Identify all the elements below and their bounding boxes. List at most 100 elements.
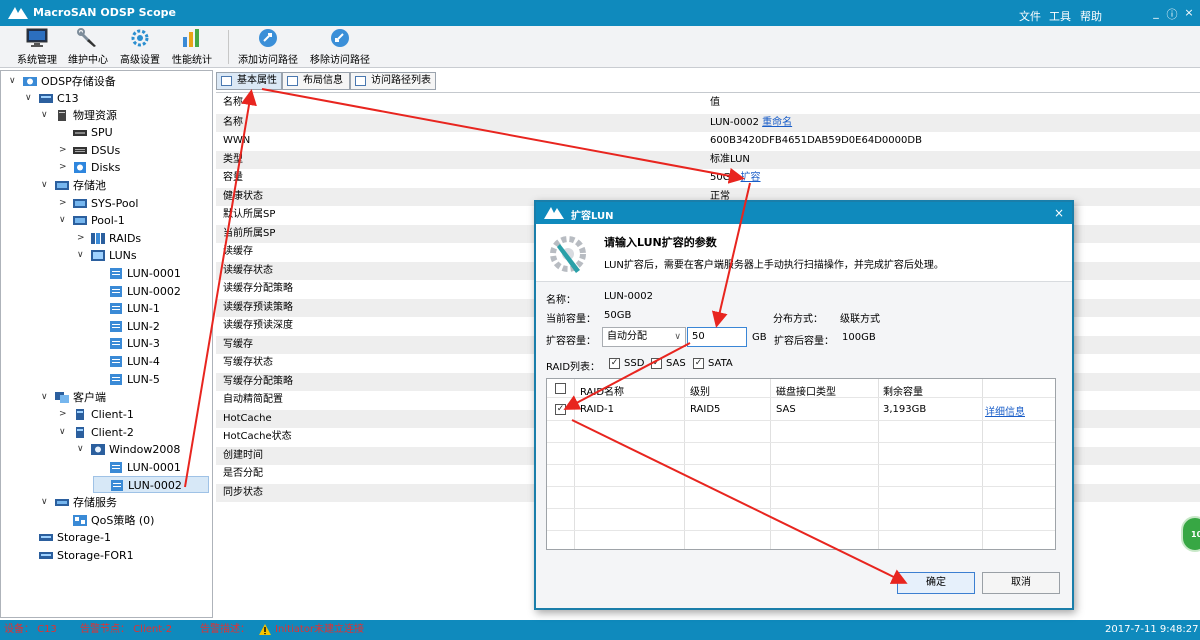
lun-icon (110, 462, 122, 473)
macrosan-logo-icon (544, 207, 564, 219)
allocation-mode-select[interactable]: 自动分配 ∨ (602, 327, 686, 347)
status-alarm-node: 告警节点： Client-2 (80, 624, 173, 635)
luns-icon (91, 250, 105, 261)
tree-item-storage-pools[interactable]: ∨ 存储池 (41, 177, 211, 194)
name-value: LUN-0002 (604, 291, 653, 302)
wrench-icon (77, 28, 96, 47)
sas-checkbox[interactable]: ✓ (651, 358, 662, 369)
cancel-button[interactable]: 取消 (982, 572, 1060, 594)
tab-layout-info[interactable]: 布局信息 (282, 72, 350, 90)
column-header-interface[interactable]: 磁盘接口类型 (776, 383, 836, 398)
macrosan-logo-icon (8, 7, 28, 19)
menu-help[interactable]: 帮助 (1080, 8, 1102, 24)
rename-link[interactable]: 重命名 (762, 117, 792, 128)
select-all-checkbox[interactable] (555, 383, 566, 394)
toolbar-separator (228, 30, 229, 64)
after-capacity-label: 扩容后容量： (774, 336, 834, 347)
tree-item-mapped-lun-0001[interactable]: LUN-0001 (95, 459, 209, 476)
sata-checkbox[interactable]: ✓ (693, 358, 704, 369)
floating-badge[interactable]: 10 (1181, 516, 1200, 552)
row-divider (547, 508, 1055, 509)
table-icon (221, 76, 232, 86)
raid-interface-cell: SAS (776, 404, 796, 415)
spu-icon (73, 130, 87, 136)
minimize-button[interactable]: _ (1150, 6, 1162, 19)
raid-name-cell: RAID-1 (580, 404, 615, 415)
path-add-icon (259, 29, 277, 47)
client-icon (76, 409, 84, 420)
toolbar: 系统管理 维护中心 高级设置 性能统计 添加访问路径 移除访问路径 (0, 26, 1200, 68)
tree-item-lun-0002[interactable]: LUN-0002 (95, 283, 209, 300)
raid-list-label: RAID列表： (546, 362, 601, 373)
dialog-heading: 请输入LUN扩容的参数 (604, 236, 717, 249)
toolbar-remove-access-path-button[interactable]: 移除访问路径 (307, 28, 373, 66)
tree-item-disks[interactable]: > Disks (59, 159, 209, 176)
name-label: 名称： (546, 295, 576, 306)
tree-item-lun-3[interactable]: LUN-3 (95, 335, 209, 352)
tree-item-sys-pool[interactable]: > SYS-Pool (59, 195, 209, 212)
tab-basic-properties[interactable]: 基本属性 (216, 72, 282, 90)
tree-item-storage-for1[interactable]: Storage-FOR1 (25, 547, 210, 564)
toolbar-system-management-button[interactable]: 系统管理 (14, 28, 60, 66)
tree-item-mapped-lun-0002[interactable]: LUN-0002 (93, 476, 209, 493)
tree-item-lun-5[interactable]: LUN-5 (95, 371, 209, 388)
sas-label: SAS (666, 358, 686, 369)
dialog-title: 扩容LUN (571, 211, 614, 222)
tree-item-pool-1[interactable]: ∨ Pool-1 (59, 212, 209, 229)
ok-button[interactable]: 确定 (897, 572, 975, 594)
dialog-close-button[interactable]: × (1054, 206, 1064, 220)
menu-tools[interactable]: 工具 (1049, 8, 1071, 24)
dialog-description: LUN扩容后，需要在客户端服务器上手动执行扫描操作，并完成扩容后处理。 (604, 260, 944, 271)
status-datetime: 2017-7-11 9:48:27 (1105, 624, 1199, 635)
tree-item-lun-2[interactable]: LUN-2 (95, 318, 209, 335)
tree-item-storage-services[interactable]: ∨ 存储服务 (41, 494, 211, 511)
ssd-label: SSD (624, 358, 645, 369)
monitor-icon (26, 28, 48, 47)
tree-item-odsp[interactable]: ∨ ODSP存储设备 (9, 73, 209, 90)
toolbar-advanced-settings-button[interactable]: 高级设置 (117, 28, 163, 66)
after-capacity-value: 100GB (842, 332, 876, 343)
tree-item-luns[interactable]: ∨ LUNs (77, 247, 209, 264)
restore-button[interactable]: ⓘ (1166, 6, 1178, 22)
raid-detail-link[interactable]: 详细信息 (985, 403, 1025, 418)
dialog-body: 名称： LUN-0002 当前容量： 50GB 分布方式： 级联方式 扩容容量：… (536, 282, 1072, 608)
raid-row-checkbox[interactable]: ✓ (555, 404, 566, 415)
dialog-header: 请输入LUN扩容的参数 LUN扩容后，需要在客户端服务器上手动执行扫描操作，并完… (536, 224, 1072, 282)
path-remove-icon (331, 29, 349, 47)
tree-item-clients[interactable]: ∨ 客户端 (41, 389, 211, 406)
tree-item-c13[interactable]: ∨ C13 (25, 90, 210, 107)
tree-item-raids[interactable]: > RAIDs (77, 230, 209, 247)
lun-icon (110, 374, 122, 385)
tree-item-lun-4[interactable]: LUN-4 (95, 353, 209, 370)
toolbar-add-access-path-button[interactable]: 添加访问路径 (235, 28, 301, 66)
row-divider (547, 420, 1055, 421)
expand-capacity-link[interactable]: 扩容 (741, 172, 761, 183)
close-button[interactable]: × (1183, 6, 1195, 19)
distribution-label: 分布方式： (773, 314, 823, 325)
column-header-free-capacity[interactable]: 剩余容量 (883, 383, 923, 398)
column-header-level[interactable]: 级别 (690, 383, 710, 398)
tree-item-client-2[interactable]: ∨ Client-2 (59, 424, 209, 441)
tab-access-path-list[interactable]: 访问路径列表 (350, 72, 436, 90)
app-title: MacroSAN ODSP Scope (33, 6, 176, 19)
gear-icon (131, 29, 149, 47)
storage-system-icon (39, 534, 53, 541)
tree-item-qos-policy[interactable]: QoS策略 (0) (59, 512, 209, 529)
tree-item-lun-1[interactable]: LUN-1 (95, 300, 209, 317)
tree-item-window2008[interactable]: ∨ Window2008 (77, 441, 209, 458)
tree-item-client-1[interactable]: > Client-1 (59, 406, 209, 423)
tree-item-physical-resources[interactable]: ∨ 物理资源 (41, 107, 211, 124)
column-header-raid-name[interactable]: RAID名称 (580, 383, 624, 398)
toolbar-performance-button[interactable]: 性能统计 (169, 28, 215, 66)
tree-item-spu[interactable]: SPU (59, 124, 209, 141)
toolbar-maintenance-button[interactable]: 维护中心 (65, 28, 111, 66)
row-divider (547, 486, 1055, 487)
tree-item-dsus[interactable]: > DSUs (59, 142, 209, 159)
title-bar: MacroSAN ODSP Scope 文件 工具 帮助 _ ⓘ × (0, 0, 1200, 26)
raid-icon (91, 233, 105, 244)
tree-item-lun-0001[interactable]: LUN-0001 (95, 265, 209, 282)
tree-item-storage-1[interactable]: Storage-1 (25, 529, 210, 546)
menu-file[interactable]: 文件 (1019, 8, 1041, 24)
ssd-checkbox[interactable]: ✓ (609, 358, 620, 369)
expand-capacity-input[interactable]: 50 (687, 327, 747, 347)
